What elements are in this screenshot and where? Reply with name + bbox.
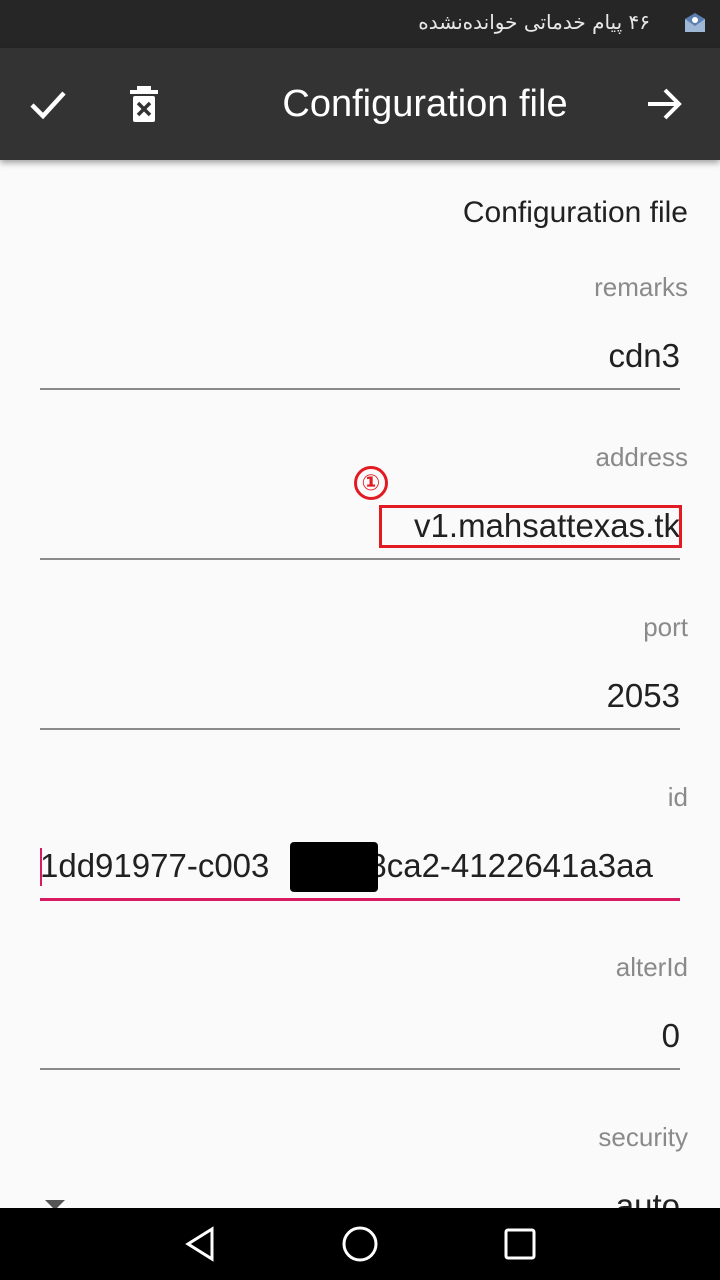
check-icon xyxy=(30,91,66,120)
home-circle-icon xyxy=(342,1226,378,1262)
security-value: auto xyxy=(615,1187,680,1208)
recents-square-icon xyxy=(504,1228,536,1260)
id-value-end: -8ca2-4122641a3aa xyxy=(357,847,653,884)
alterid-label: alterId xyxy=(615,952,688,982)
back-triangle-icon xyxy=(185,1226,214,1262)
alterid-field[interactable]: 0 xyxy=(40,1008,680,1070)
dropdown-arrow-icon xyxy=(45,1200,65,1208)
port-label: port xyxy=(643,612,688,642)
address-label: address xyxy=(595,442,689,472)
delete-button[interactable] xyxy=(116,76,172,132)
annotation-marker: ① xyxy=(354,466,388,500)
section-title: Configuration file xyxy=(462,196,688,229)
remarks-label: remarks xyxy=(594,272,688,302)
id-label: id xyxy=(667,782,688,812)
status-bar: ۴۶ پیام خدماتی خوانده‌نشده xyxy=(0,0,720,48)
port-field[interactable]: 2053 xyxy=(40,668,680,730)
security-spinner[interactable]: auto xyxy=(40,1178,680,1208)
alterid-value: 0 xyxy=(661,1017,680,1054)
notification-text: ۴۶ پیام خدماتی خوانده‌نشده xyxy=(418,10,650,34)
security-label: security xyxy=(598,1122,688,1152)
save-button[interactable] xyxy=(20,76,76,132)
back-button[interactable] xyxy=(176,1222,224,1266)
forward-button[interactable] xyxy=(636,76,692,132)
delete-icon xyxy=(130,86,158,122)
id-value-start: 1dd91977-c003 xyxy=(40,847,270,884)
navigation-bar xyxy=(0,1208,720,1280)
remarks-value: cdn3 xyxy=(608,337,680,374)
recents-button[interactable] xyxy=(496,1222,544,1266)
toolbar: Configuration file xyxy=(0,48,720,160)
toolbar-title: Configuration file xyxy=(282,83,568,125)
remarks-field[interactable]: cdn3 xyxy=(40,328,680,390)
id-field[interactable]: 1dd91977-c003 -8ca2-4122641a3aa xyxy=(40,838,680,901)
address-highlight-box xyxy=(379,505,682,548)
arrow-right-icon xyxy=(648,88,682,120)
text-cursor xyxy=(40,848,42,886)
redaction-box xyxy=(290,842,378,892)
mail-notification-icon xyxy=(684,12,706,34)
home-button[interactable] xyxy=(336,1222,384,1266)
config-form: Configuration file remarks cdn3 address … xyxy=(0,160,720,1208)
port-value: 2053 xyxy=(606,677,680,714)
